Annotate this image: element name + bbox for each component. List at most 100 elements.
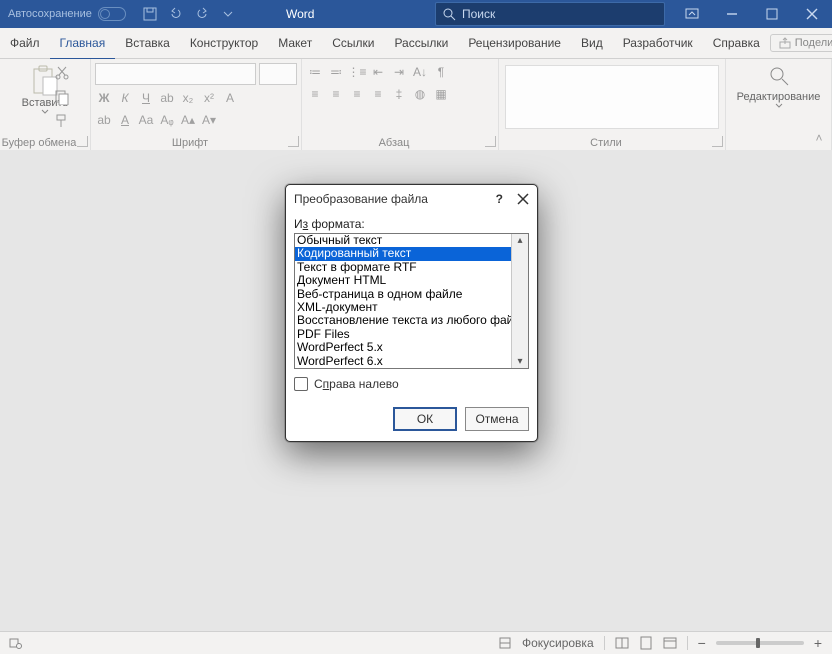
superscript-icon[interactable]: x² bbox=[200, 89, 218, 107]
separator bbox=[604, 636, 605, 650]
save-icon[interactable] bbox=[142, 6, 158, 22]
tab-home[interactable]: Главная bbox=[50, 25, 116, 61]
underline-icon[interactable]: Ч bbox=[137, 89, 155, 107]
menu-bar: Файл Главная Вставка Конструктор Макет С… bbox=[0, 28, 832, 59]
print-layout-icon[interactable] bbox=[639, 636, 653, 650]
close-icon[interactable] bbox=[792, 0, 832, 28]
text-effects-icon[interactable]: A bbox=[221, 89, 239, 107]
decrease-indent-icon[interactable]: ⇤ bbox=[369, 63, 387, 81]
list-item[interactable]: Текст в формате RTF bbox=[295, 261, 511, 274]
rtl-checkbox[interactable]: Справа налево bbox=[294, 377, 529, 391]
title-bar: Автосохранение Word Поиск bbox=[0, 0, 832, 28]
autosave-toggle[interactable]: Автосохранение bbox=[0, 7, 134, 21]
tab-review[interactable]: Рецензирование bbox=[458, 28, 571, 58]
font-size-combo[interactable] bbox=[259, 63, 297, 85]
read-mode-icon[interactable] bbox=[615, 636, 629, 650]
justify-icon[interactable]: ≡ bbox=[369, 85, 387, 103]
font-label: Шрифт bbox=[91, 137, 289, 149]
borders-icon[interactable]: ▦ bbox=[432, 85, 450, 103]
zoom-slider[interactable] bbox=[716, 641, 804, 645]
list-item[interactable]: WordPerfect 6.x bbox=[295, 355, 511, 368]
redo-icon[interactable] bbox=[194, 6, 210, 22]
multilevel-icon[interactable]: ⋮≡ bbox=[348, 63, 366, 81]
macro-record-icon[interactable] bbox=[8, 636, 22, 650]
format-painter-icon[interactable] bbox=[54, 113, 72, 131]
strike-icon[interactable]: ab bbox=[158, 89, 176, 107]
clear-format-icon[interactable]: Aᵩ bbox=[158, 111, 176, 129]
tab-layout[interactable]: Макет bbox=[268, 28, 322, 58]
focus-label[interactable]: Фокусировка bbox=[522, 636, 594, 650]
clipboard-launcher-icon[interactable] bbox=[77, 136, 88, 147]
close-icon[interactable] bbox=[517, 193, 529, 205]
tab-design[interactable]: Конструктор bbox=[180, 28, 268, 58]
styles-launcher-icon[interactable] bbox=[712, 136, 723, 147]
increase-indent-icon[interactable]: ⇥ bbox=[390, 63, 408, 81]
line-spacing-icon[interactable]: ‡ bbox=[390, 85, 408, 103]
help-icon[interactable]: ? bbox=[496, 192, 503, 206]
zoom-in-icon[interactable]: + bbox=[814, 635, 822, 651]
tab-references[interactable]: Ссылки bbox=[322, 28, 384, 58]
minimize-icon[interactable] bbox=[712, 0, 752, 28]
change-case-icon[interactable]: Aa bbox=[137, 111, 155, 129]
list-item[interactable]: Обычный текст bbox=[295, 234, 511, 247]
chevron-down-icon bbox=[775, 103, 783, 109]
cancel-button[interactable]: Отмена bbox=[465, 407, 529, 431]
tab-insert[interactable]: Вставка bbox=[115, 28, 180, 58]
undo-icon[interactable] bbox=[168, 6, 184, 22]
clipboard-label: Буфер обмена bbox=[0, 137, 78, 149]
align-left-icon[interactable]: ≡ bbox=[306, 85, 324, 103]
highlight-icon[interactable]: ab bbox=[95, 111, 113, 129]
copy-icon[interactable] bbox=[54, 89, 72, 107]
collapse-ribbon-icon[interactable]: ˄ bbox=[810, 129, 828, 147]
maximize-icon[interactable] bbox=[752, 0, 792, 28]
find-icon[interactable] bbox=[768, 65, 790, 87]
shrink-font-icon[interactable]: A▾ bbox=[200, 111, 218, 129]
paste-button[interactable]: Вставить bbox=[4, 63, 86, 117]
search-input[interactable]: Поиск bbox=[435, 2, 665, 26]
numbering-icon[interactable]: ≕ bbox=[327, 63, 345, 81]
align-center-icon[interactable]: ≡ bbox=[327, 85, 345, 103]
tab-file[interactable]: Файл bbox=[0, 28, 50, 58]
share-icon bbox=[779, 37, 791, 49]
ribbon: Вставить Буфер обмена Ж К Ч ab x₂ x² A a… bbox=[0, 59, 832, 152]
font-launcher-icon[interactable] bbox=[288, 136, 299, 147]
sort-icon[interactable]: A↓ bbox=[411, 63, 429, 81]
tab-help[interactable]: Справка bbox=[703, 28, 770, 58]
shading-icon[interactable]: ◍ bbox=[411, 85, 429, 103]
align-right-icon[interactable]: ≡ bbox=[348, 85, 366, 103]
list-item[interactable]: WordPerfect 5.x bbox=[295, 341, 511, 354]
list-item[interactable]: XML-документ bbox=[295, 301, 511, 314]
grow-font-icon[interactable]: A▴ bbox=[179, 111, 197, 129]
web-layout-icon[interactable] bbox=[663, 636, 677, 650]
group-clipboard: Вставить Буфер обмена bbox=[0, 59, 91, 151]
italic-icon[interactable]: К bbox=[116, 89, 134, 107]
paragraph-launcher-icon[interactable] bbox=[485, 136, 496, 147]
styles-gallery[interactable] bbox=[505, 65, 719, 129]
list-item[interactable]: PDF Files bbox=[295, 328, 511, 341]
tab-view[interactable]: Вид bbox=[571, 28, 613, 58]
font-color-icon[interactable]: A bbox=[116, 111, 134, 129]
list-item[interactable]: Веб-страница в одном файле bbox=[295, 288, 511, 301]
scrollbar[interactable]: ▴ ▾ bbox=[511, 234, 528, 368]
list-item[interactable]: Восстановление текста из любого файла bbox=[295, 314, 511, 327]
editing-label[interactable]: Редактирование bbox=[737, 91, 821, 103]
tab-developer[interactable]: Разработчик bbox=[613, 28, 703, 58]
show-marks-icon[interactable]: ¶ bbox=[432, 63, 450, 81]
bullets-icon[interactable]: ≔ bbox=[306, 63, 324, 81]
focus-mode-icon[interactable] bbox=[498, 636, 512, 650]
bold-icon[interactable]: Ж bbox=[95, 89, 113, 107]
ok-button[interactable]: ОК bbox=[393, 407, 457, 431]
ribbon-options-icon[interactable] bbox=[672, 0, 712, 28]
subscript-icon[interactable]: x₂ bbox=[179, 89, 197, 107]
list-item[interactable]: Документ HTML bbox=[295, 274, 511, 287]
scroll-up-icon[interactable]: ▴ bbox=[517, 235, 522, 246]
zoom-out-icon[interactable]: − bbox=[698, 635, 706, 651]
scroll-down-icon[interactable]: ▾ bbox=[517, 356, 522, 367]
list-item[interactable]: Кодированный текст bbox=[295, 247, 511, 260]
tab-mailings[interactable]: Рассылки bbox=[384, 28, 458, 58]
font-combo[interactable] bbox=[95, 63, 256, 85]
share-button[interactable]: Поделиться bbox=[770, 34, 832, 52]
qat-dropdown-icon[interactable] bbox=[220, 6, 236, 22]
cut-icon[interactable] bbox=[54, 65, 72, 83]
format-listbox[interactable]: Обычный текст Кодированный текст Текст в… bbox=[294, 233, 529, 369]
